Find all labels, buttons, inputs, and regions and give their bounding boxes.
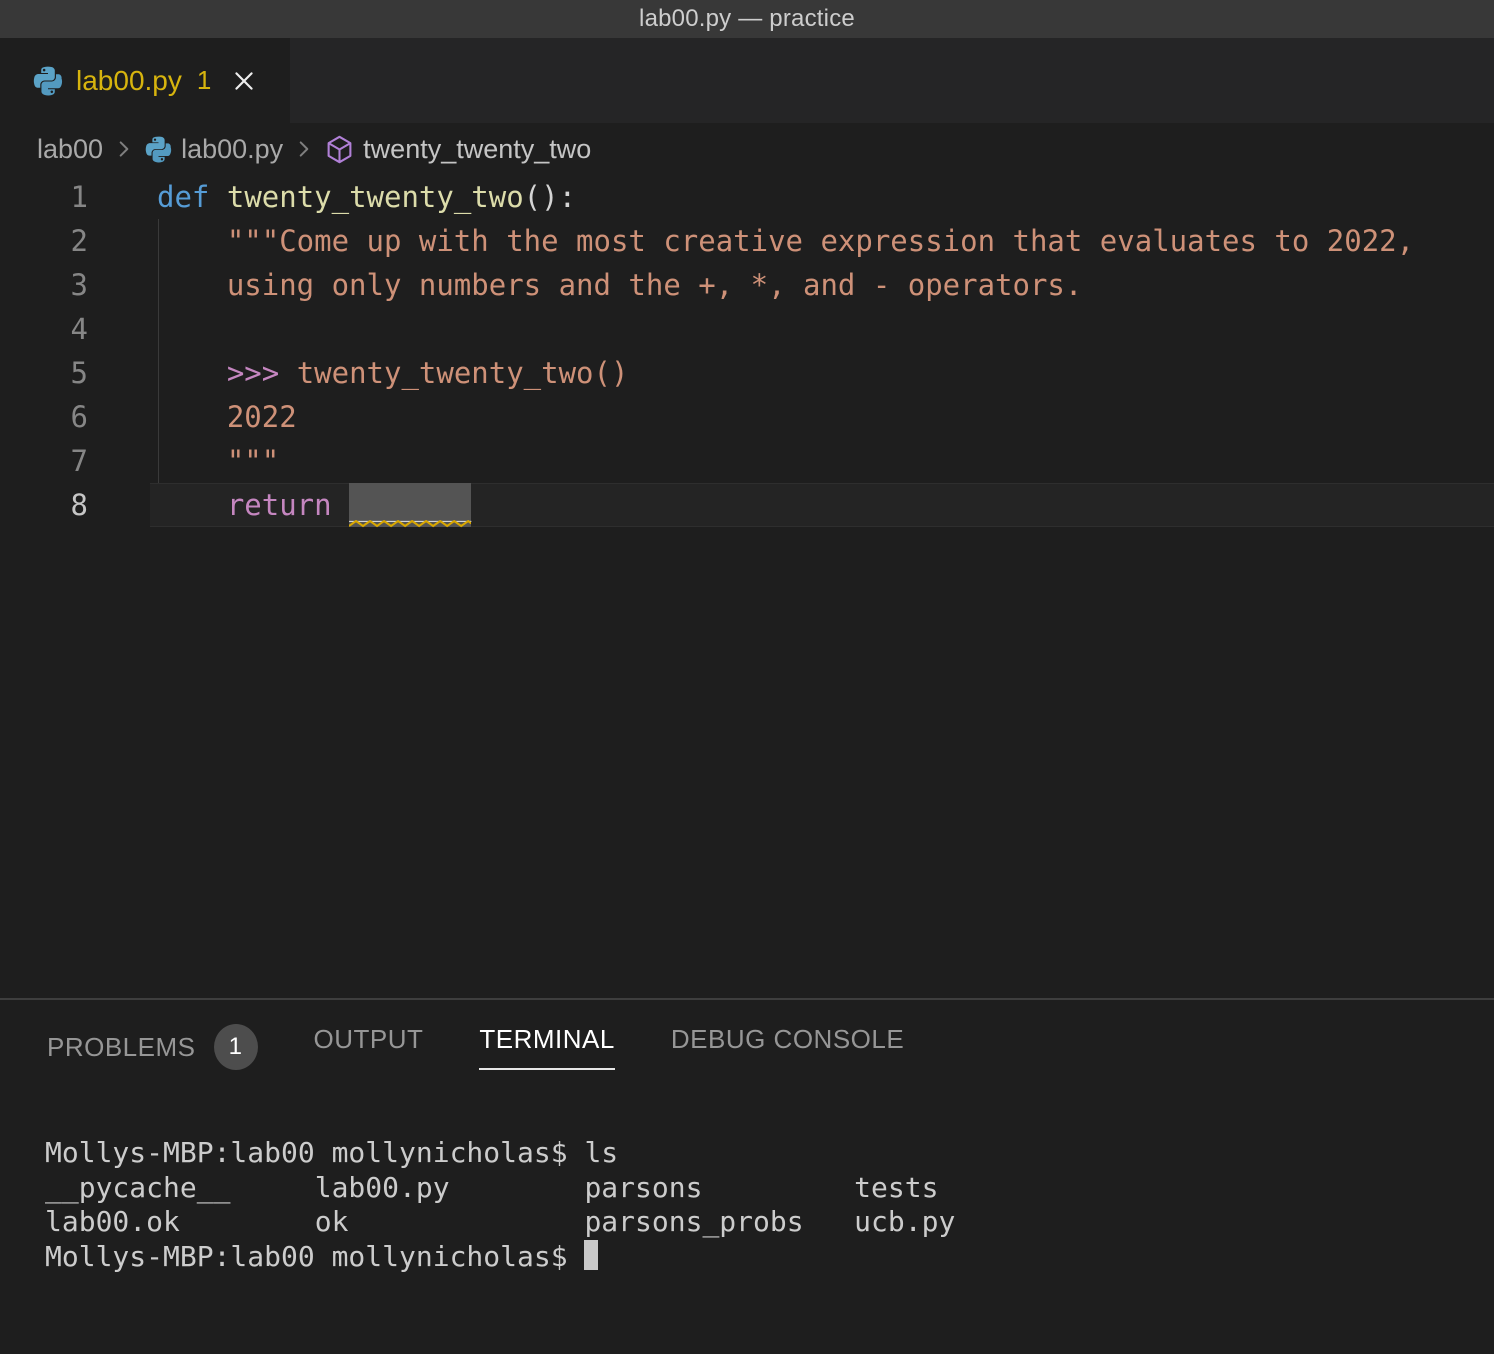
tab-lab00py[interactable]: lab00.py 1 xyxy=(0,38,290,123)
window-title: lab00.py — practice xyxy=(639,5,855,33)
tab-problem-count: 1 xyxy=(197,65,211,96)
editor-tab-strip: lab00.py 1 xyxy=(0,38,1494,123)
panel-tab-label: PROBLEMS xyxy=(47,1032,196,1063)
terminal-line: __pycache__ lab00.py parsons tests xyxy=(45,1171,1494,1206)
code-text[interactable]: """Come up with the most creative expres… xyxy=(157,219,1414,263)
code-line: 5 >>> twenty_twenty_two() xyxy=(0,351,1494,395)
panel-tab-bar: PROBLEMS 1 OUTPUT TERMINAL DEBUG CONSOLE xyxy=(0,1000,1494,1085)
code-text[interactable]: using only numbers and the +, *, and - o… xyxy=(157,263,1082,307)
terminal-text: Mollys-MBP:lab00 mollynicholas$ ls xyxy=(45,1136,618,1169)
line-number[interactable]: 3 xyxy=(0,263,88,307)
python-icon xyxy=(145,136,172,163)
code-line: 3 using only numbers and the +, *, and -… xyxy=(0,263,1494,307)
code-text[interactable]: >>> twenty_twenty_two() xyxy=(157,351,628,395)
terminal-cursor xyxy=(584,1240,598,1270)
code-text[interactable]: 2022 xyxy=(157,395,297,439)
terminal-text: Mollys-MBP:lab00 mollynicholas$ xyxy=(45,1240,584,1273)
code-line: 7 """ xyxy=(0,439,1494,483)
terminal-text: __pycache__ lab00.py parsons tests xyxy=(45,1171,938,1204)
code-line: 2 """Come up with the most creative expr… xyxy=(0,219,1494,263)
code-line: 1 def twenty_twenty_two(): xyxy=(0,175,1494,219)
terminal-line: Mollys-MBP:lab00 mollynicholas$ xyxy=(45,1240,1494,1275)
tab-filename: lab00.py xyxy=(76,65,182,97)
code-text[interactable]: return _______ xyxy=(157,483,471,527)
terminal-text: lab00.ok ok parsons_probs ucb.py xyxy=(45,1205,955,1238)
code-line: 4 xyxy=(0,307,1494,351)
code-text[interactable]: """ xyxy=(157,439,279,483)
line-number[interactable]: 8 xyxy=(0,483,88,527)
breadcrumb-folder[interactable]: lab00 xyxy=(37,134,103,165)
line-number[interactable]: 2 xyxy=(0,219,88,263)
line-number[interactable]: 1 xyxy=(0,175,88,219)
code-line-current: 8 return _______ xyxy=(0,483,1494,527)
terminal-line: Mollys-MBP:lab00 mollynicholas$ ls xyxy=(45,1136,1494,1171)
selected-placeholder: _______ xyxy=(349,483,471,527)
symbol-method-icon xyxy=(325,135,354,164)
terminal-output[interactable]: Mollys-MBP:lab00 mollynicholas$ ls__pyca… xyxy=(0,1085,1494,1274)
panel-tab-debug-console[interactable]: DEBUG CONSOLE xyxy=(671,1024,904,1070)
code-editor[interactable]: 1def twenty_twenty_two():2 """Come up wi… xyxy=(0,175,1494,998)
panel-tab-output[interactable]: OUTPUT xyxy=(314,1024,424,1070)
panel-tab-terminal[interactable]: TERMINAL xyxy=(479,1024,614,1070)
chevron-right-icon xyxy=(113,138,135,160)
bottom-panel: PROBLEMS 1 OUTPUT TERMINAL DEBUG CONSOLE Mol… xyxy=(0,998,1494,1354)
panel-tab-label: TERMINAL xyxy=(479,1024,614,1055)
panel-tab-label: DEBUG CONSOLE xyxy=(671,1024,904,1055)
window-titlebar[interactable]: lab00.py — practice xyxy=(0,0,1494,38)
chevron-right-icon xyxy=(293,138,315,160)
python-icon xyxy=(33,66,63,96)
breadcrumb-file[interactable]: lab00.py xyxy=(181,134,283,165)
line-number[interactable]: 4 xyxy=(0,307,88,351)
breadcrumb: lab00 lab00.py twenty_twenty_two xyxy=(0,123,1494,175)
breadcrumb-symbol[interactable]: twenty_twenty_two xyxy=(363,134,591,165)
line-number[interactable]: 7 xyxy=(0,439,88,483)
code-line: 6 2022 xyxy=(0,395,1494,439)
terminal-line: lab00.ok ok parsons_probs ucb.py xyxy=(45,1205,1494,1240)
close-icon[interactable] xyxy=(230,67,258,95)
warning-squiggle xyxy=(349,520,471,528)
code-text[interactable]: def twenty_twenty_two(): xyxy=(157,175,576,219)
panel-tab-problems[interactable]: PROBLEMS 1 xyxy=(47,1024,258,1085)
problems-count-badge: 1 xyxy=(214,1024,258,1070)
panel-tab-label: OUTPUT xyxy=(314,1024,424,1055)
line-number[interactable]: 5 xyxy=(0,351,88,395)
code-lines: 1def twenty_twenty_two():2 """Come up wi… xyxy=(0,175,1494,527)
line-number[interactable]: 6 xyxy=(0,395,88,439)
